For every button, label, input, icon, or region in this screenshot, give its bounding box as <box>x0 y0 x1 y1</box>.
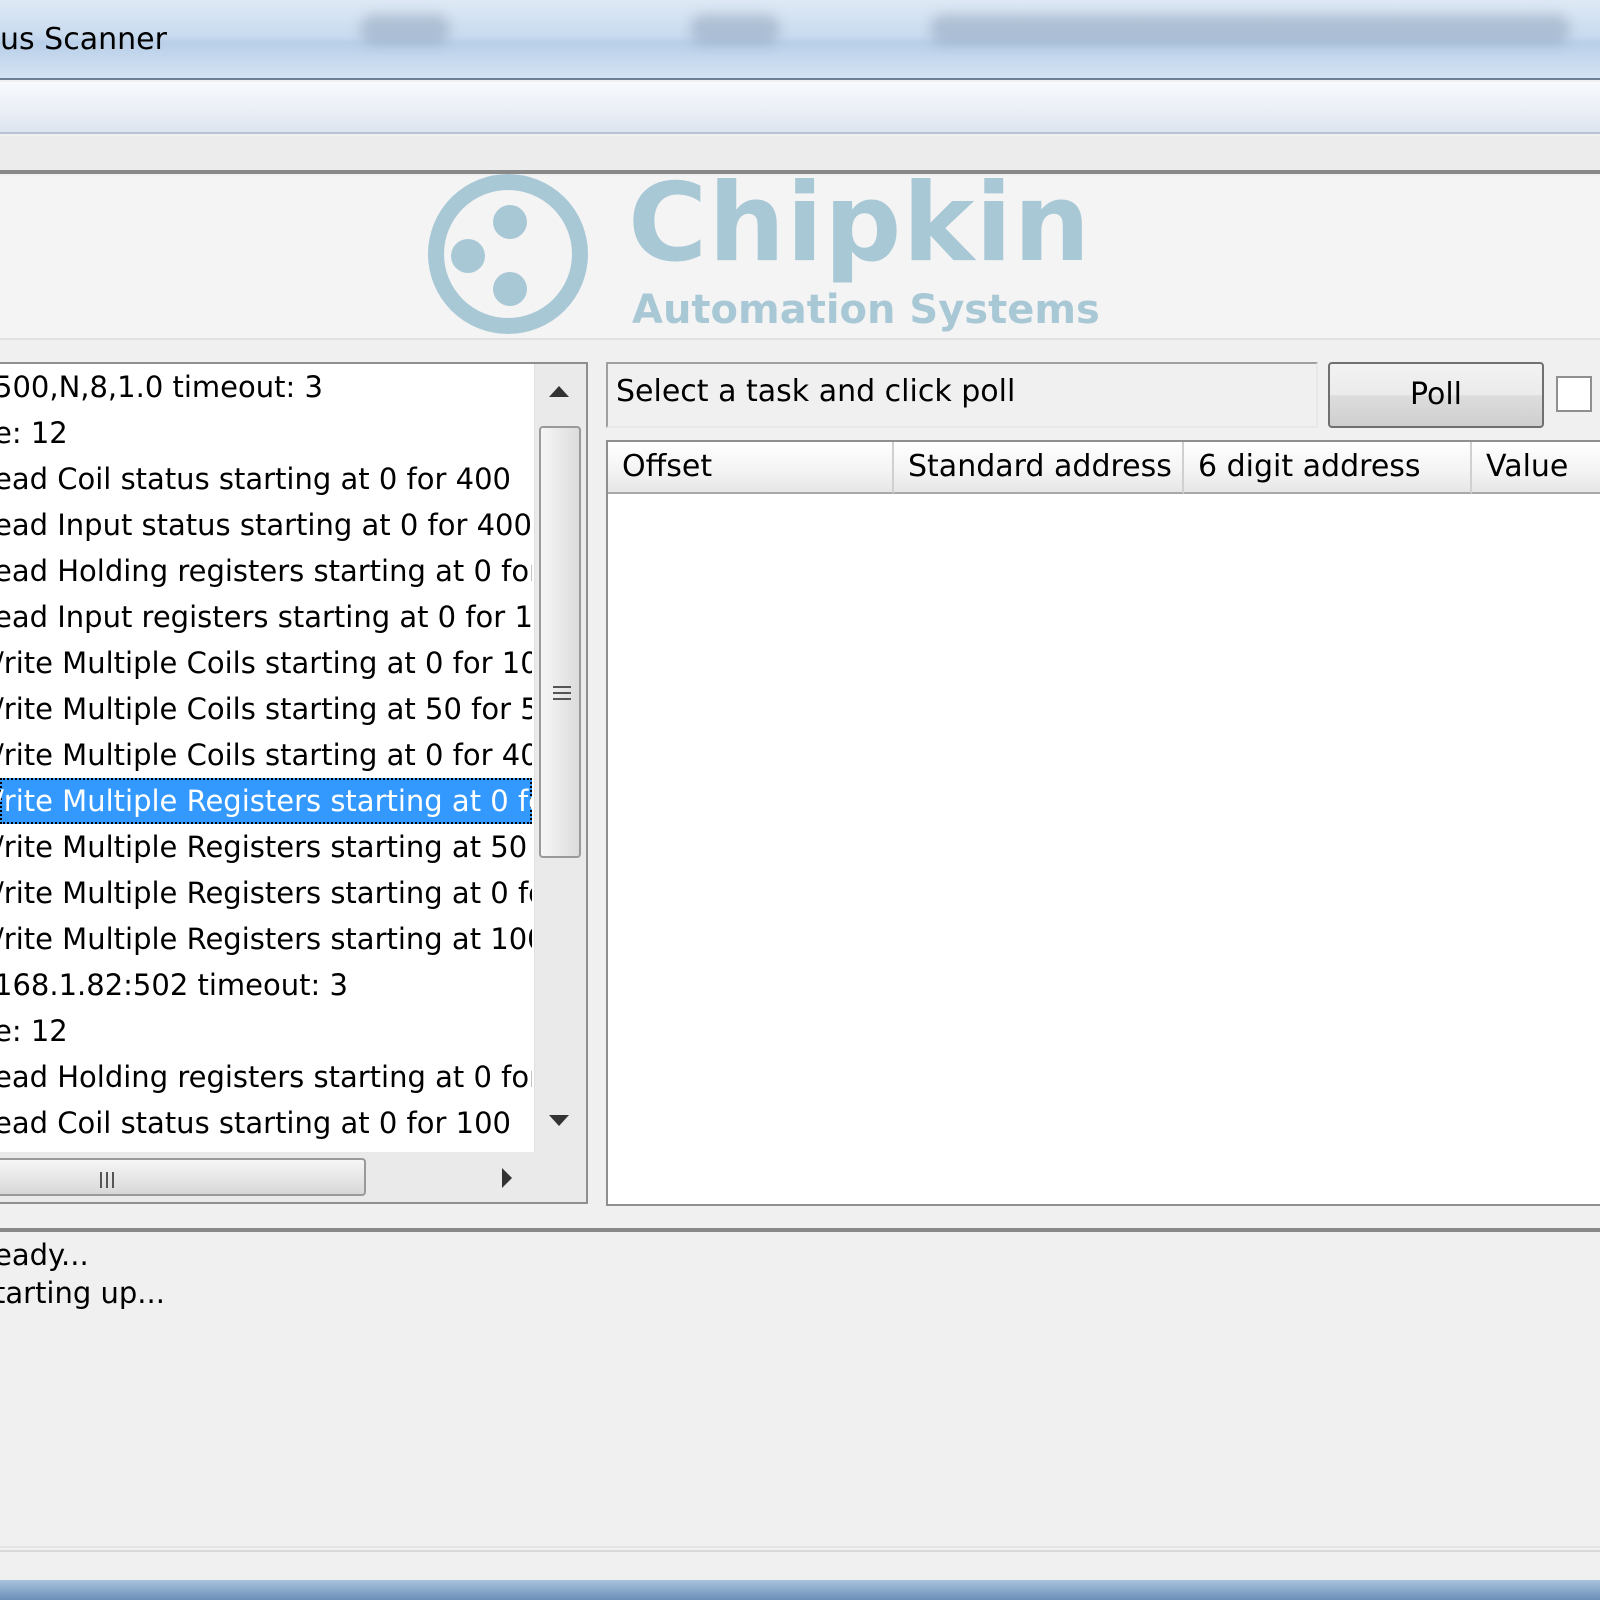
vertical-scroll-thumb[interactable] <box>539 426 581 858</box>
task-row[interactable]: ead Holding registers starting at 0 for <box>0 548 532 594</box>
logo-subtitle: Automation Systems <box>632 287 1100 333</box>
task-row[interactable]: /rite Multiple Coils starting at 0 for 4… <box>0 732 532 778</box>
task-row[interactable]: ead Holding registers starting at 0 for <box>0 1054 532 1100</box>
poll-button[interactable]: Poll <box>1328 362 1544 428</box>
column-header-standard-address[interactable]: Standard address <box>894 442 1184 494</box>
task-row[interactable]: /rite Multiple Registers starting at 50 … <box>0 824 532 870</box>
scroll-up-arrow-icon[interactable] <box>549 386 569 397</box>
column-header-offset[interactable]: Offset <box>608 442 894 494</box>
task-label: /rite Multiple Coils starting at 50 for … <box>0 692 532 726</box>
task-label: ead Holding registers starting at 0 for <box>0 1060 532 1094</box>
grip-icon <box>100 1172 102 1188</box>
title-bar: us Scanner <box>0 0 1600 80</box>
task-label: ead Input registers starting at 0 for 12 <box>0 600 532 634</box>
task-label: e: 12 <box>0 416 68 450</box>
task-row[interactable]: /rite Multiple Registers starting at 0 f… <box>0 870 532 916</box>
task-row[interactable]: /rite Multiple Registers starting at 100 <box>0 916 532 962</box>
task-label: ead Coil status starting at 0 for 400 <box>0 462 511 496</box>
task-label: ead Holding registers starting at 0 for <box>0 554 532 588</box>
task-label: 168.1.82:502 timeout: 3 <box>0 968 348 1002</box>
task-list[interactable]: 500,N,8,1.0 timeout: 3 e: 12 ead Coil st… <box>0 362 588 1204</box>
task-row[interactable]: 168.1.82:502 timeout: 3 <box>0 962 532 1008</box>
scroll-right-arrow-icon[interactable] <box>502 1168 512 1188</box>
task-label: /rite Multiple Registers starting at 0 f… <box>0 876 532 910</box>
task-row[interactable]: ead Input status starting at 0 for 400 <box>0 502 532 548</box>
results-grid[interactable]: Offset Standard address 6 digit address … <box>606 440 1600 1206</box>
vertical-scrollbar[interactable] <box>534 364 586 1152</box>
grid-header: Offset Standard address 6 digit address … <box>608 442 1600 494</box>
task-row-selected[interactable]: /rite Multiple Registers starting at 0 f… <box>0 778 532 824</box>
task-label: /rite Multiple Registers starting at 100 <box>0 922 532 956</box>
logo-name: Chipkin <box>628 161 1092 286</box>
task-row[interactable]: e: 12 <box>0 410 532 456</box>
task-row[interactable]: e: 12 <box>0 1008 532 1054</box>
horizontal-scrollbar[interactable] <box>0 1152 534 1202</box>
task-label: /rite Multiple Registers starting at 50 … <box>0 830 532 864</box>
task-row[interactable]: ead Coil status starting at 0 for 400 <box>0 456 532 502</box>
window-title: us Scanner <box>0 22 167 57</box>
log-line: eady... <box>0 1238 89 1272</box>
menu-bar <box>0 82 1600 134</box>
scroll-corner <box>534 1152 586 1202</box>
scroll-down-arrow-icon[interactable] <box>549 1115 569 1126</box>
auto-poll-checkbox[interactable] <box>1556 376 1592 412</box>
task-label: /rite Multiple Coils starting at 0 for 4… <box>0 738 532 772</box>
task-label: 500,N,8,1.0 timeout: 3 <box>0 370 323 404</box>
status-bar <box>0 1550 1600 1580</box>
window-frame-bottom <box>0 1580 1600 1600</box>
task-row[interactable]: ead Input registers starting at 0 for 12 <box>0 594 532 640</box>
task-row[interactable]: ead Coil status starting at 0 for 100 <box>0 1100 532 1152</box>
grip-icon <box>553 686 571 688</box>
chipkin-logo-icon <box>428 174 588 334</box>
task-row[interactable]: /rite Multiple Coils starting at 0 for 1… <box>0 640 532 686</box>
task-label: /rite Multiple Registers starting at 0 f… <box>0 784 532 818</box>
task-label: /rite Multiple Coils starting at 0 for 1… <box>0 646 532 680</box>
task-row[interactable]: /rite Multiple Coils starting at 50 for … <box>0 686 532 732</box>
column-header-value[interactable]: Value <box>1472 442 1600 494</box>
task-label: ead Coil status starting at 0 for 100 <box>0 1106 511 1140</box>
log-line: tarting up... <box>0 1276 165 1310</box>
task-row[interactable]: 500,N,8,1.0 timeout: 3 <box>0 364 532 410</box>
log-panel[interactable]: eady... tarting up... <box>0 1228 1600 1548</box>
poll-status-field: Select a task and click poll <box>606 362 1318 428</box>
task-label: ead Input status starting at 0 for 400 <box>0 508 532 542</box>
task-label: e: 12 <box>0 1014 68 1048</box>
horizontal-scroll-thumb[interactable] <box>0 1158 366 1196</box>
column-header-6-digit-address[interactable]: 6 digit address <box>1184 442 1472 494</box>
